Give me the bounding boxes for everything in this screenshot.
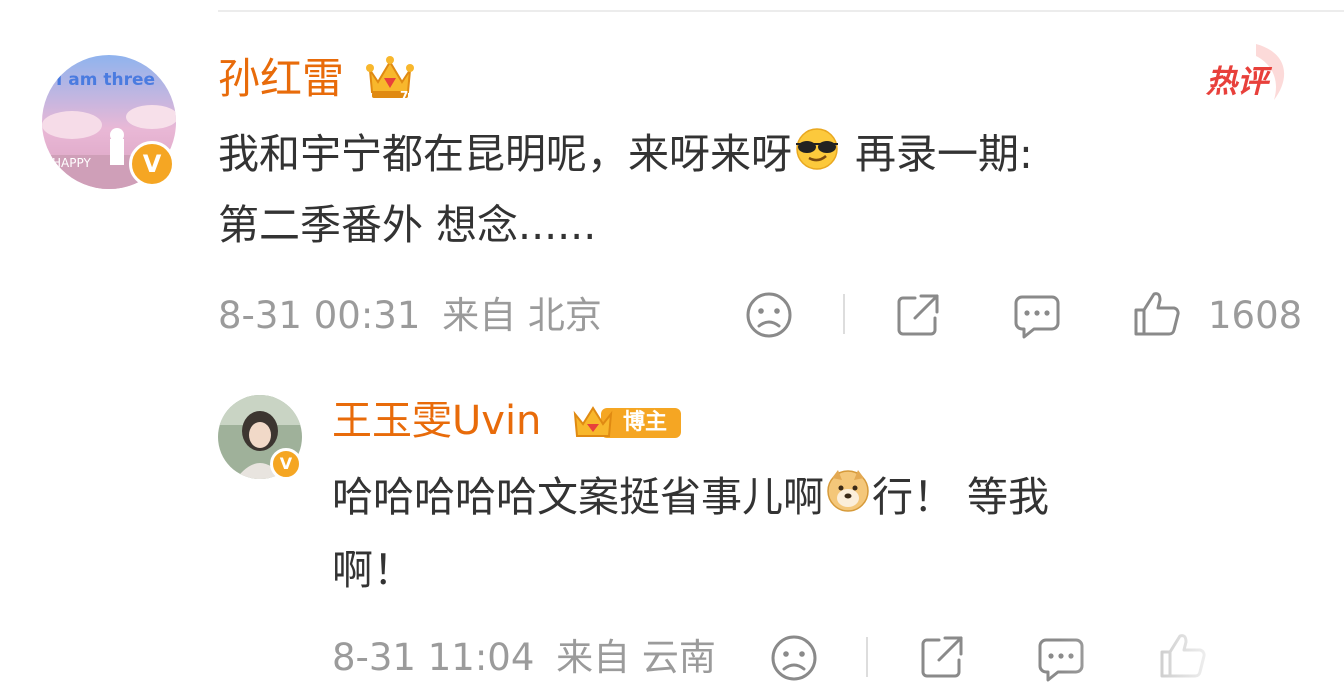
crown-icon: 7: [364, 52, 416, 103]
comment-timestamp: 8-31 00:31: [218, 294, 421, 337]
action-separator: [866, 637, 868, 677]
reply-line-2: 啊！: [332, 546, 414, 594]
sad-face-icon: [771, 635, 817, 681]
hot-label: 热评: [1205, 64, 1273, 100]
sad-face-icon: [746, 292, 792, 338]
svg-text:7: 7: [400, 89, 408, 102]
doge-emoji-icon: [824, 465, 872, 535]
reply-line-1: 哈哈哈哈哈文案挺省事儿啊 行！ 等我: [332, 462, 1292, 535]
top-divider: [218, 10, 1344, 12]
reply-timestamp: 8-31 11:04: [332, 636, 535, 679]
comment-text-part2: 再录一期:: [842, 130, 1033, 178]
reply-text: 哈哈哈哈哈文案挺省事儿啊 行！ 等我 啊！: [332, 462, 1292, 605]
share-button[interactable]: [893, 290, 943, 340]
verified-glyph: V: [142, 150, 162, 178]
comment-line-1: 我和宇宁都在昆明呢，来呀来呀 再录一期:: [218, 120, 1298, 191]
share-icon: [921, 636, 963, 678]
action-separator: [843, 294, 845, 334]
share-icon: [897, 294, 939, 336]
reply-dislike-button[interactable]: [770, 634, 818, 682]
reply-share-button[interactable]: [917, 632, 967, 682]
comment-username[interactable]: 孙红雷: [218, 52, 344, 106]
reply-text-part1: 哈哈哈哈哈文案挺省事儿啊: [332, 473, 824, 521]
comment-meta: 8-31 00:31 来自 北京: [218, 292, 602, 340]
like-thumb-icon: [1134, 292, 1180, 336]
verified-badge: V: [270, 448, 302, 480]
comment-location: 来自 北京: [442, 294, 602, 337]
verified-glyph: V: [279, 454, 293, 473]
comment-icon: [1014, 295, 1060, 339]
blogger-badge: 博主: [571, 400, 683, 444]
avatar-caption-2: HAPPY: [52, 156, 91, 170]
bottom-right-fade: [1060, 620, 1344, 690]
reply-text-part2: 行！ 等我: [872, 473, 1050, 521]
sunglasses-emoji-icon: [792, 123, 842, 191]
comment-text: 我和宇宁都在昆明呢，来呀来呀 再录一期: 第二季番外 想念......: [218, 120, 1298, 259]
verified-badge: V: [129, 141, 175, 187]
hot-comment-badge: 热评: [1200, 42, 1296, 102]
reply-location: 来自 云南: [556, 636, 716, 679]
like-button[interactable]: [1132, 288, 1182, 338]
comment-line-2: 第二季番外 想念......: [218, 201, 597, 249]
reply-meta: 8-31 11:04 来自 云南: [332, 634, 716, 682]
reply-username[interactable]: 王玉雯Uvin: [332, 396, 541, 446]
dislike-button[interactable]: [745, 291, 793, 339]
comment-button[interactable]: [1012, 291, 1062, 341]
blogger-badge-label: 博主: [623, 410, 668, 435]
like-count: 1608: [1208, 294, 1303, 337]
avatar-caption: I am three: [56, 70, 155, 90]
comment-text-part1: 我和宇宁都在昆明呢，来呀来呀: [218, 130, 792, 178]
